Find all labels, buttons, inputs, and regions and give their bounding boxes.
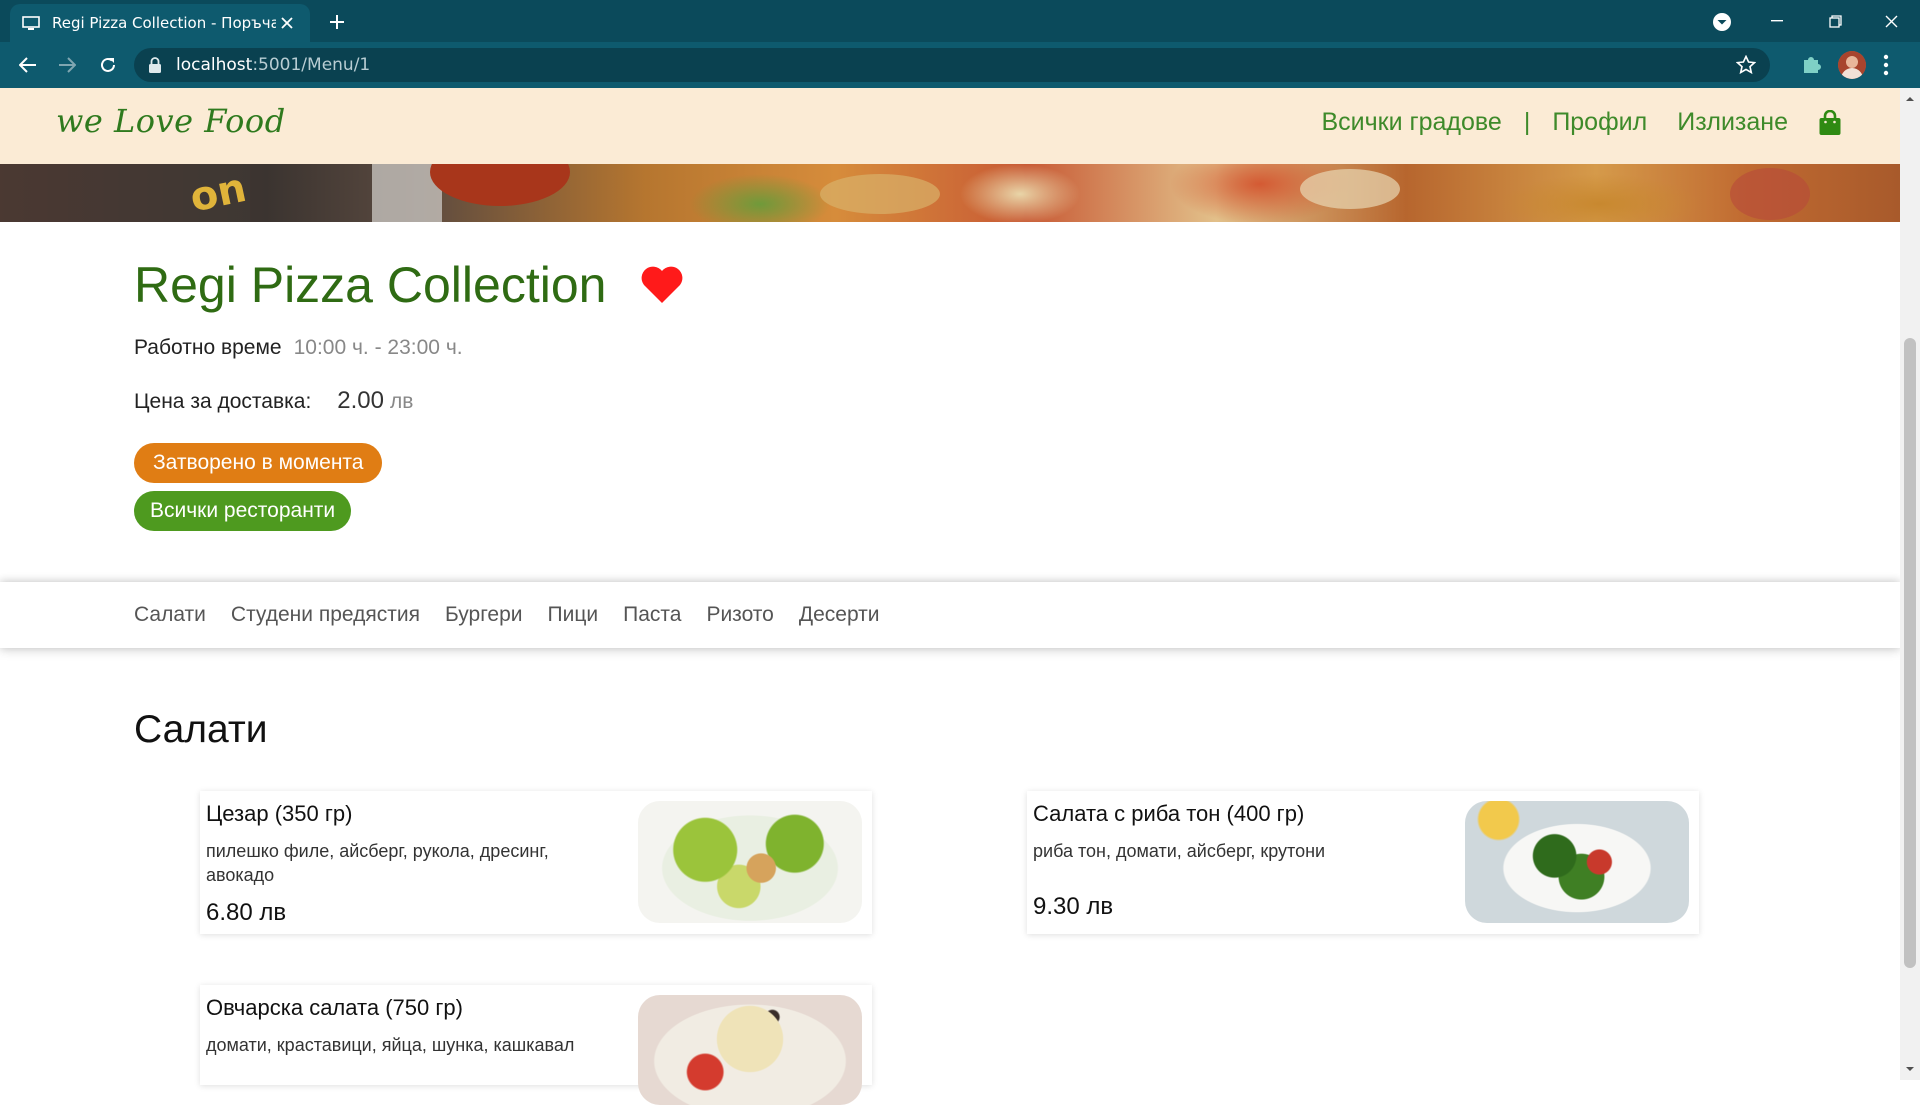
- shopping-bag-icon[interactable]: [1818, 109, 1842, 136]
- category-cold-starters[interactable]: Студени предястия: [231, 603, 420, 627]
- restore-button[interactable]: [1806, 0, 1864, 42]
- puzzle-icon[interactable]: [1800, 52, 1826, 78]
- browser-tab-bar: Regi Pizza Collection - Поръчай: [0, 0, 1920, 42]
- category-nav: Салати Студени предястия Бургери Пици Па…: [0, 582, 1900, 648]
- menu-item-card[interactable]: Овчарска салата (750 гр) домати, крастав…: [200, 985, 872, 1105]
- heart-icon[interactable]: [640, 265, 684, 305]
- section-title: Салати: [134, 708, 268, 751]
- hours-value: 10:00 ч. - 23:00 ч.: [293, 336, 463, 359]
- menu-item-name: Цезар (350 гр): [206, 801, 353, 826]
- main-nav: Всички градове | Профил Излизане: [1321, 108, 1842, 137]
- window-close-button[interactable]: [1862, 0, 1920, 42]
- menu-item-description: пилешко филе, айсберг, рукола, дресинг, …: [206, 841, 549, 885]
- nav-profile[interactable]: Профил: [1552, 108, 1647, 137]
- nav-logout[interactable]: Излизане: [1677, 108, 1788, 137]
- restaurant-title: Regi Pizza Collection: [134, 257, 607, 313]
- category-burgers[interactable]: Бургери: [445, 603, 523, 627]
- address-bar[interactable]: localhost:5001/Menu/1: [134, 48, 1770, 82]
- menu-item-name: Овчарска салата (750 гр): [206, 995, 463, 1020]
- working-hours: Работно време 10:00 ч. - 23:00 ч.: [134, 336, 463, 360]
- avatar[interactable]: [1838, 51, 1866, 79]
- title-row: Regi Pizza Collection: [134, 256, 684, 314]
- nav-all-cities[interactable]: Всички градове: [1321, 108, 1501, 137]
- more-vert-icon[interactable]: [1882, 53, 1890, 77]
- scroll-up-icon[interactable]: [1905, 94, 1915, 104]
- menu-item-description: риба тон, домати, айсберг, крутони: [1033, 841, 1326, 861]
- hours-label: Работно време: [134, 336, 282, 359]
- delivery-fee: Цена за доставка: 2.00 лв: [134, 387, 413, 415]
- fee-currency: лв: [390, 390, 414, 413]
- tuna-salad-image: [1465, 801, 1689, 923]
- url-text: localhost:5001/Menu/1: [176, 55, 371, 75]
- hero-banner-image: on: [0, 164, 1900, 222]
- menu-item-card[interactable]: Цезар (350 гр) пилешко филе, айсберг, ру…: [200, 791, 872, 934]
- tab-title: Regi Pizza Collection - Поръчай: [52, 14, 276, 32]
- page-scrollbar[interactable]: [1900, 88, 1920, 1080]
- bookmark-star-icon[interactable]: [1735, 54, 1757, 75]
- chevron-down-icon[interactable]: [1710, 10, 1734, 34]
- caesar-salad-image: [638, 801, 862, 923]
- category-desserts[interactable]: Десерти: [799, 603, 880, 627]
- browser-toolbar: localhost:5001/Menu/1: [0, 42, 1920, 88]
- browser-tab[interactable]: Regi Pizza Collection - Поръчай: [10, 4, 310, 42]
- site-logo[interactable]: we Love Food: [56, 102, 286, 140]
- close-icon[interactable]: [276, 12, 298, 34]
- monitor-icon: [22, 15, 42, 31]
- site-header: we Love Food Всички градове | Профил Изл…: [0, 88, 1900, 164]
- menu-item-description: домати, краставици, яйца, шунка, кашкава…: [206, 1035, 575, 1055]
- nav-separator: |: [1523, 108, 1531, 136]
- menu-item-card[interactable]: Салата с риба тон (400 гр) риба тон, дом…: [1027, 791, 1699, 934]
- menu-item-name: Салата с риба тон (400 гр): [1033, 801, 1305, 826]
- menu-item-price: 6.80 лв: [206, 899, 287, 926]
- fee-value: 2.00: [337, 387, 384, 414]
- fee-label: Цена за доставка:: [134, 390, 312, 413]
- category-pizzas[interactable]: Пици: [548, 603, 599, 627]
- all-restaurants-button[interactable]: Всички ресторанти: [134, 491, 352, 531]
- lock-icon: [148, 57, 162, 73]
- menu-item-price: 9.30 лв: [1033, 893, 1114, 920]
- category-risotto[interactable]: Ризото: [706, 603, 773, 627]
- category-salads[interactable]: Салати: [134, 603, 206, 627]
- back-button[interactable]: [14, 51, 42, 79]
- scroll-down-icon[interactable]: [1905, 1064, 1915, 1074]
- forward-button[interactable]: [53, 51, 81, 79]
- minimize-button[interactable]: [1748, 0, 1806, 42]
- shepherd-salad-image: [638, 995, 862, 1105]
- pizza-photo: on: [0, 164, 1810, 222]
- category-pasta[interactable]: Паста: [623, 603, 681, 627]
- scrollbar-thumb[interactable]: [1904, 338, 1916, 968]
- reload-button[interactable]: [94, 51, 122, 79]
- closed-status-button[interactable]: Затворено в момента: [134, 443, 383, 483]
- new-tab-button[interactable]: [324, 9, 350, 35]
